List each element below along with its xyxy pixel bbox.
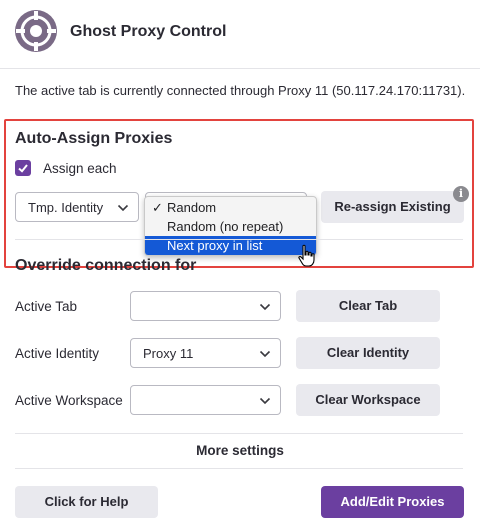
clear-workspace-button[interactable]: Clear Workspace xyxy=(296,384,440,416)
add-edit-proxies-button[interactable]: Add/Edit Proxies xyxy=(321,486,464,518)
active-identity-label: Active Identity xyxy=(15,346,100,361)
active-identity-select[interactable]: Proxy 11 xyxy=(130,338,281,368)
auto-assign-title: Auto-Assign Proxies xyxy=(15,130,173,147)
connection-status-text: The active tab is currently connected th… xyxy=(15,83,466,98)
divider xyxy=(15,433,463,434)
clear-identity-button[interactable]: Clear Identity xyxy=(296,337,440,369)
more-settings-link[interactable]: More settings xyxy=(0,443,480,458)
clear-tab-button[interactable]: Clear Tab xyxy=(296,290,440,322)
assign-each-label: Assign each xyxy=(43,161,117,176)
active-tab-select[interactable] xyxy=(130,291,281,321)
divider xyxy=(15,239,463,240)
active-identity-value: Proxy 11 xyxy=(143,346,194,361)
hand-pointer-cursor-icon xyxy=(298,244,315,267)
assign-mode-dropdown-menu[interactable]: ✓ Random Random (no repeat) Next proxy i… xyxy=(144,196,317,256)
help-button[interactable]: Click for Help xyxy=(15,486,158,518)
reassign-existing-button[interactable]: Re-assign Existing xyxy=(321,191,464,223)
option-label: Random (no repeat) xyxy=(167,219,284,234)
chevron-down-icon xyxy=(259,303,271,311)
option-label: Next proxy in list xyxy=(167,238,263,253)
info-icon[interactable]: i xyxy=(453,186,469,202)
chevron-down-icon xyxy=(117,204,129,212)
active-tab-label: Active Tab xyxy=(15,299,78,314)
checkmark-icon: ✓ xyxy=(152,200,163,215)
active-workspace-select[interactable] xyxy=(130,385,281,415)
assign-scope-select[interactable]: Tmp. Identity xyxy=(15,192,139,222)
header: Ghost Proxy Control xyxy=(0,0,480,68)
dropdown-option-random[interactable]: ✓ Random xyxy=(145,198,316,217)
checkmark-icon xyxy=(18,164,28,173)
override-title: Override connection for xyxy=(15,257,197,274)
divider xyxy=(0,68,480,69)
assign-scope-value: Tmp. Identity xyxy=(28,200,104,215)
dropdown-option-random-no-repeat[interactable]: Random (no repeat) xyxy=(145,217,316,236)
chevron-down-icon xyxy=(259,350,271,358)
app-title: Ghost Proxy Control xyxy=(70,23,227,40)
chevron-down-icon xyxy=(259,397,271,405)
active-workspace-label: Active Workspace xyxy=(15,393,123,408)
option-label: Random xyxy=(167,200,217,215)
assign-each-checkbox[interactable] xyxy=(15,160,31,176)
ghost-logo-icon xyxy=(15,10,57,52)
divider xyxy=(15,468,463,469)
